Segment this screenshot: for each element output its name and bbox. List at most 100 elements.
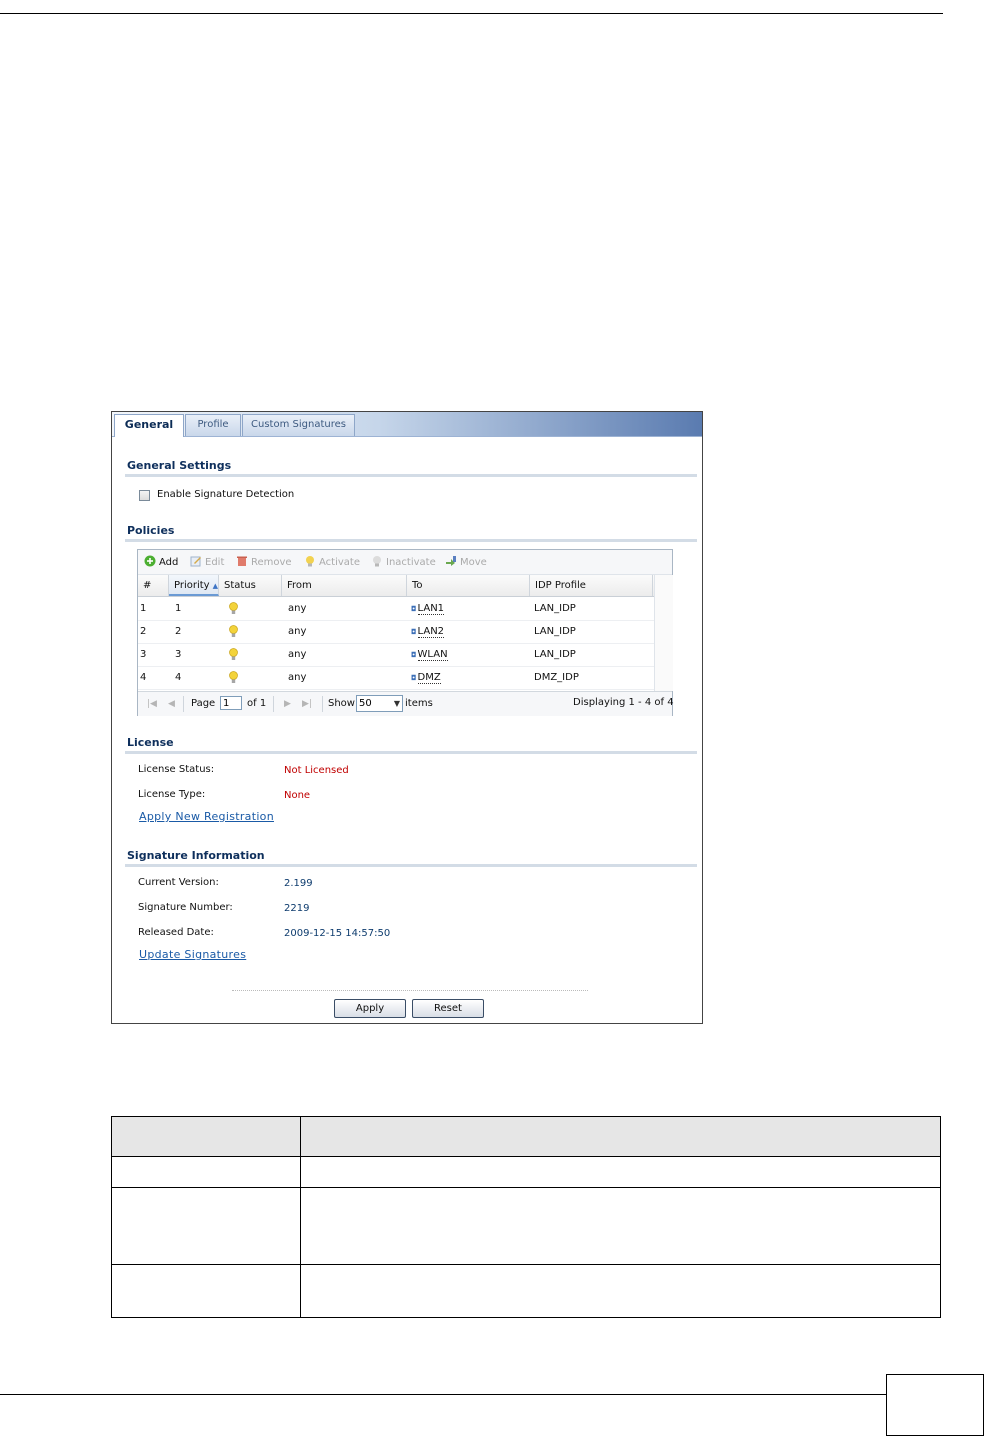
zone-link-to[interactable]: WLAN (417, 649, 448, 661)
zone-link-to[interactable]: LAN1 (417, 603, 445, 615)
column-header-idp-profile[interactable]: IDP Profile (530, 575, 653, 596)
pager-separator (322, 696, 323, 712)
row-to: ◘LAN1 (411, 597, 445, 620)
lightbulb-off-icon (373, 556, 381, 567)
first-page-icon[interactable]: |◀ (147, 699, 157, 709)
enable-signature-detection-checkbox[interactable] (139, 490, 150, 501)
section-divider (125, 474, 697, 477)
zone-link-to[interactable]: LAN2 (417, 626, 445, 638)
idp-general-window: General Profile Custom Signatures Genera… (111, 411, 703, 1024)
row-priority: 1 (175, 603, 182, 614)
signature-number-value: 2219 (284, 903, 310, 914)
enable-signature-detection-label: Enable Signature Detection (157, 489, 295, 500)
zone-icon: ◘ (411, 674, 417, 682)
status-active-icon (229, 648, 238, 660)
policies-toolbar: Add Edit Remove Activate Inactivate Move (138, 550, 672, 575)
reset-button[interactable]: Reset (412, 999, 484, 1018)
row-from: any (288, 649, 307, 660)
remove-button[interactable]: Remove (236, 555, 292, 569)
status-active-icon (229, 671, 238, 683)
tab-bar: General Profile Custom Signatures (112, 412, 702, 437)
tab-general[interactable]: General (114, 414, 184, 437)
row-idp-profile: LAN_IDP (534, 649, 576, 660)
row-divider (112, 1264, 940, 1265)
license-type-label: License Type: (138, 789, 206, 800)
row-number: 2 (140, 626, 147, 637)
tab-profile[interactable]: Profile (185, 414, 241, 436)
tab-custom-signatures[interactable]: Custom Signatures (242, 414, 355, 436)
add-button[interactable]: Add (144, 555, 178, 569)
released-date-label: Released Date: (138, 927, 214, 938)
column-header-number[interactable]: # (138, 575, 169, 596)
next-page-icon[interactable]: ▶ (284, 699, 291, 709)
trash-icon (237, 556, 247, 566)
row-number: 1 (140, 603, 147, 614)
description-table (111, 1116, 941, 1318)
last-page-icon[interactable]: ▶| (302, 699, 312, 709)
activate-label: Activate (319, 557, 360, 568)
inactivate-button[interactable]: Inactivate (371, 555, 436, 569)
row-to: ◘DMZ (411, 666, 441, 689)
section-divider (125, 864, 697, 867)
page-count-label: of 1 (247, 698, 267, 709)
edit-button[interactable]: Edit (190, 555, 224, 569)
page-size-value: 50 (359, 698, 372, 709)
license-title: License (127, 736, 174, 749)
table-row[interactable]: 2 2 any ◘LAN2 LAN_IDP (138, 620, 654, 644)
edit-label: Edit (205, 557, 225, 568)
row-priority: 2 (175, 626, 182, 637)
column-header-priority[interactable]: Priority ▲ (169, 575, 219, 596)
license-status-value: Not Licensed (284, 765, 349, 776)
page-number-box (886, 1374, 984, 1436)
move-label: Move (460, 557, 487, 568)
column-header-status[interactable]: Status (219, 575, 282, 596)
zone-icon: ◘ (411, 628, 417, 636)
previous-page-icon[interactable]: ◀ (168, 699, 175, 709)
row-idp-profile: DMZ_IDP (534, 672, 579, 683)
row-idp-profile: LAN_IDP (534, 626, 576, 637)
displaying-count: Displaying 1 - 4 of 4 (573, 697, 674, 708)
row-priority: 3 (175, 649, 182, 660)
signature-number-label: Signature Number: (138, 902, 233, 913)
section-divider (125, 751, 697, 754)
policies-title: Policies (127, 524, 175, 537)
released-date-value: 2009-12-15 14:57:50 (284, 928, 391, 939)
add-icon (144, 555, 156, 567)
row-number: 3 (140, 649, 147, 660)
update-signatures-link[interactable]: Update Signatures (139, 948, 246, 961)
pagination-bar: |◀ ◀ Page 1 of 1 ▶ ▶| Show 50 ▼ items Dis… (138, 691, 674, 716)
row-from: any (288, 626, 307, 637)
pager-separator (183, 696, 184, 712)
move-button[interactable]: Move (445, 555, 487, 569)
zone-link-to[interactable]: DMZ (417, 672, 441, 684)
table-row[interactable]: 1 1 any ◘LAN1 LAN_IDP (138, 597, 654, 621)
chevron-down-icon: ▼ (393, 699, 400, 708)
signature-information-title: Signature Information (127, 849, 265, 862)
add-label: Add (159, 557, 179, 568)
row-from: any (288, 672, 307, 683)
page-size-select[interactable]: 50 ▼ (356, 695, 403, 712)
row-to: ◘WLAN (411, 643, 448, 666)
row-idp-profile: LAN_IDP (534, 603, 576, 614)
row-number: 4 (140, 672, 147, 683)
table-row[interactable]: 4 4 any ◘DMZ DMZ_IDP (138, 666, 654, 690)
apply-button[interactable]: Apply (334, 999, 406, 1018)
activate-button[interactable]: Activate (304, 555, 360, 569)
license-type-value: None (284, 790, 311, 801)
status-active-icon (229, 625, 238, 637)
general-settings-title: General Settings (127, 459, 232, 472)
inactivate-label: Inactivate (386, 557, 436, 568)
column-header-from[interactable]: From (282, 575, 407, 596)
column-header-to[interactable]: To (407, 575, 530, 596)
page-number-input[interactable]: 1 (220, 696, 242, 710)
description-table-header (112, 1117, 940, 1157)
row-from: any (288, 603, 307, 614)
apply-new-registration-link[interactable]: Apply New Registration (139, 810, 274, 823)
row-priority: 4 (175, 672, 182, 683)
table-row[interactable]: 3 3 any ◘WLAN LAN_IDP (138, 643, 654, 667)
row-to: ◘LAN2 (411, 620, 445, 643)
current-version-label: Current Version: (138, 877, 219, 888)
page-label: Page (191, 698, 216, 709)
zone-icon: ◘ (411, 651, 417, 659)
sort-ascending-icon: ▲ (212, 582, 218, 590)
